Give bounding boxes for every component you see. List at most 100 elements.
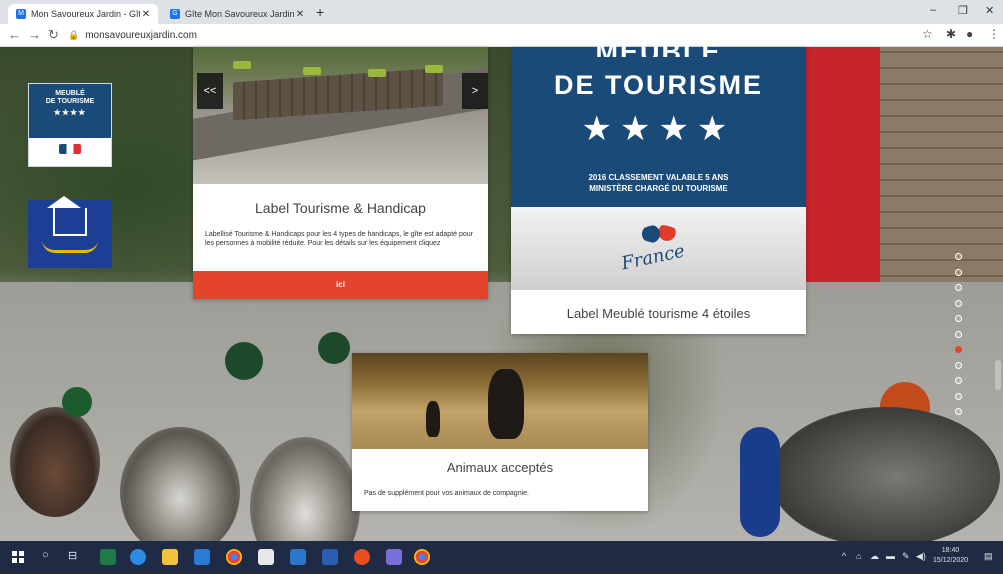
slide-dot[interactable]	[955, 315, 962, 322]
background-duck-head	[318, 332, 350, 364]
planter-image	[233, 61, 251, 69]
garden-photo	[193, 47, 488, 184]
badge-line1: MEUBLÉ	[55, 90, 85, 97]
url-text: monsavoureuxjardin.com	[85, 29, 197, 41]
tab-title: Gîte Mon Savoureux Jardin - Ch	[185, 9, 294, 19]
slide-dot[interactable]	[955, 284, 962, 291]
close-window-button[interactable]: ✕	[985, 4, 994, 17]
site-favicon-icon: M	[16, 9, 26, 19]
lock-icon: 🔒	[68, 29, 80, 40]
app-icon[interactable]	[354, 549, 370, 565]
stone-wall-image	[233, 67, 443, 121]
france-flag-icon	[59, 144, 81, 154]
chrome-browser-icon[interactable]	[414, 549, 430, 565]
chevron-up-icon[interactable]: ^	[842, 551, 846, 561]
meuble-heading-line1: MEUBLÉ	[595, 37, 722, 57]
close-tab-icon[interactable]: ✕	[294, 9, 306, 20]
system-clock[interactable]: 18:40 15/12/2020	[933, 546, 968, 566]
animaux-card: Animaux acceptés Pas de supplément pour …	[352, 353, 648, 511]
planter-image	[303, 67, 321, 75]
background-red-door	[805, 47, 880, 287]
menu-kebab-icon[interactable]: ⋮	[988, 27, 1000, 41]
slide-dot[interactable]	[955, 346, 962, 353]
background-stone-wall	[880, 47, 1003, 307]
browser-tab-2[interactable]: G Gîte Mon Savoureux Jardin - Ch ✕	[162, 4, 312, 24]
slide-dot[interactable]	[955, 330, 962, 338]
slide-dot[interactable]	[955, 408, 962, 415]
back-arrow-icon[interactable]: ←	[8, 27, 21, 42]
forward-arrow-icon[interactable]: →	[28, 27, 41, 42]
animaux-card-text: Pas de supplément pour vos animaux de co…	[364, 490, 529, 497]
background-duck-head	[225, 342, 263, 380]
background-duck-head	[62, 387, 92, 417]
background-peacock-neck	[740, 427, 780, 537]
network-icon[interactable]: ▬	[886, 551, 895, 561]
slide-dot[interactable]	[955, 253, 962, 260]
details-link-button[interactable]: ici	[193, 271, 488, 299]
minimize-button[interactable]: –	[930, 4, 936, 16]
planter-image	[425, 65, 443, 73]
meuble-card-title: Label Meublé tourisme 4 étoiles	[566, 306, 751, 321]
meuble-tourisme-badge[interactable]: MEUBLÉ DE TOURISME ★★★★	[28, 83, 112, 167]
page-scrollbar-thumb[interactable]	[995, 360, 1001, 390]
clock-time: 18:40	[941, 547, 960, 554]
bookmark-star-icon[interactable]: ☆	[922, 27, 933, 41]
reload-icon[interactable]: ↻	[48, 27, 59, 43]
slide-dot[interactable]	[955, 392, 962, 400]
meuble-stars: ★★★★	[581, 110, 736, 148]
windows-taskbar: ○ ⊟ ^ ⌂ ☁ ▬ ✎ ◀) 18:40 15/12/2020 ▤	[0, 541, 1003, 574]
extensions-puzzle-icon[interactable]: ✱	[946, 27, 956, 41]
tourisme-handicap-badge[interactable]	[28, 196, 112, 268]
app-icon[interactable]	[290, 549, 306, 565]
meuble-card: MEUBLÉ DE TOURISME ★★★★ 2016 CLASSEMENT …	[511, 37, 806, 334]
restore-button[interactable]: ❐	[958, 4, 968, 17]
clock-date: 15/12/2020	[933, 557, 969, 564]
task-view-icon[interactable]: ⊟	[68, 549, 77, 562]
tray-icon[interactable]: ⌂	[856, 551, 861, 561]
word-app-icon[interactable]	[322, 549, 338, 565]
excel-app-icon[interactable]	[100, 549, 116, 565]
small-dog-image	[426, 401, 440, 437]
mail-app-icon[interactable]	[194, 549, 210, 565]
notifications-icon[interactable]: ▤	[984, 551, 993, 562]
meuble-ministere-text: MINISTÈRE CHARGÉ DU TOURISME	[589, 184, 728, 193]
close-tab-icon[interactable]: ✕	[140, 9, 152, 20]
carousel-next-button[interactable]: >	[462, 73, 488, 109]
chrome-browser-icon[interactable]	[226, 549, 242, 565]
search-circle-icon[interactable]: ○	[42, 549, 49, 561]
animaux-card-title: Animaux acceptés	[446, 460, 554, 475]
windows-start-icon[interactable]	[12, 551, 24, 563]
cloud-icon[interactable]: ☁	[870, 551, 879, 562]
browser-toolbar: ← → ↻ 🔒 monsavoureuxjardin.com ☆ ✱ ● ⋮	[0, 24, 1003, 47]
slide-dot[interactable]	[955, 299, 962, 307]
handicap-card: << > Label Tourisme & Handicap Labellisé…	[193, 47, 488, 299]
slide-dot[interactable]	[955, 268, 962, 276]
badge-line2: DE TOURISME	[45, 98, 95, 105]
browser-tab-1[interactable]: M Mon Savoureux Jardin - Gîte en ✕	[8, 4, 158, 24]
badge-stars: ★★★★	[53, 108, 87, 117]
france-marianne-icon	[639, 225, 679, 243]
slide-dot[interactable]	[955, 361, 962, 369]
background-duck	[10, 407, 100, 517]
handicap-card-text: Labellisé Tourisme & Handicaps pour les …	[205, 231, 473, 247]
new-tab-button[interactable]: +	[316, 4, 324, 20]
pen-icon[interactable]: ✎	[902, 551, 910, 562]
badge-blue-panel: MEUBLÉ DE TOURISME ★★★★	[29, 84, 111, 138]
file-explorer-icon[interactable]	[162, 549, 178, 565]
store-app-icon[interactable]	[258, 549, 274, 565]
app-icon[interactable]	[386, 549, 402, 565]
slide-dots-nav	[955, 253, 965, 424]
volume-icon[interactable]: ◀)	[916, 551, 926, 562]
planter-image	[368, 69, 386, 77]
smile-arc-icon	[42, 240, 98, 253]
site-favicon-icon: G	[170, 9, 180, 19]
tab-title: Mon Savoureux Jardin - Gîte en	[31, 9, 140, 19]
edge-browser-icon[interactable]	[130, 549, 146, 565]
slide-dot[interactable]	[955, 377, 962, 384]
handicap-card-title: Label Tourisme & Handicap	[255, 200, 426, 216]
browser-tab-bar: M Mon Savoureux Jardin - Gîte en ✕ G Gît…	[0, 0, 1003, 24]
profile-avatar-icon[interactable]: ●	[966, 27, 973, 41]
carousel-prev-button[interactable]: <<	[197, 73, 223, 109]
meuble-classement-text: 2016 CLASSEMENT VALABLE 5 ANS	[588, 173, 729, 182]
meuble-label-panel: MEUBLÉ DE TOURISME ★★★★ 2016 CLASSEMENT …	[511, 37, 806, 207]
